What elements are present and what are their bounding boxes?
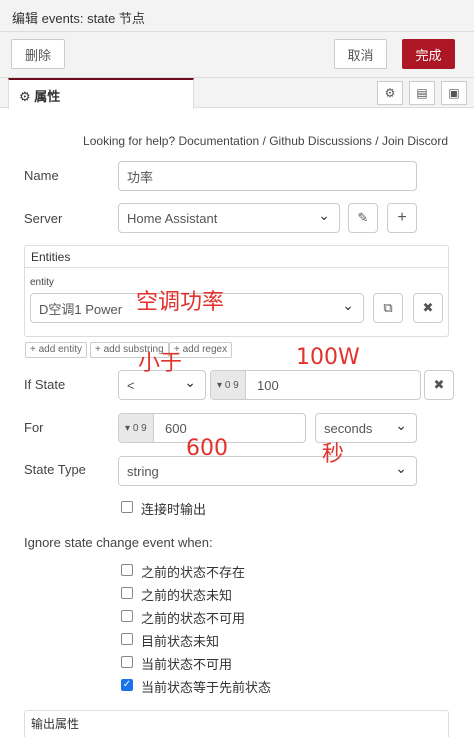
toolbar: 删除 取消 完成 — [0, 32, 474, 78]
appearance-icon[interactable]: ▣ — [441, 81, 467, 105]
tab-properties-label: 属性 — [34, 89, 61, 104]
for-value: 600 — [165, 420, 187, 436]
server-label: Server — [24, 211, 63, 226]
entity-label: entity — [30, 277, 54, 288]
ignore-option-checkbox[interactable] — [121, 633, 133, 645]
edit-server-pencil-icon[interactable]: ✎ — [348, 203, 378, 233]
entities-panel: Entities — [24, 245, 449, 337]
output-properties-title: 输出属性 — [31, 717, 80, 731]
annotation-entity-note: 空调功率 — [136, 290, 225, 315]
ignore-option-checkbox[interactable] — [121, 656, 133, 668]
ignore-option-checkbox[interactable] — [121, 564, 133, 576]
output-on-connect-checkbox[interactable] — [121, 501, 133, 513]
if-state-label: If State — [24, 377, 66, 392]
ignore-option-label: 目前状态未知 — [141, 634, 220, 649]
output-on-connect-label: 连接时输出 — [141, 502, 207, 517]
if-state-value-input[interactable]: ▾ 0 9 100 — [210, 370, 421, 400]
remove-entity-close-icon[interactable]: ✖ — [413, 293, 443, 323]
for-unit-value: seconds — [324, 420, 373, 436]
name-input[interactable]: 功率 — [118, 161, 417, 191]
delete-button[interactable]: 删除 — [11, 39, 65, 69]
ignore-option-checkbox[interactable] — [121, 610, 133, 622]
github-discussions-link[interactable]: Github Discussions — [269, 134, 372, 148]
ignore-option-label: 当前状态等于先前状态 — [141, 680, 272, 695]
clear-if-state-close-icon[interactable]: ✖ — [424, 370, 454, 400]
ignore-option-label: 当前状态不可用 — [141, 657, 233, 672]
help-separator: / — [375, 134, 379, 148]
number-type-icon[interactable]: ▾ 0 9 — [211, 371, 246, 399]
number-type-icon[interactable]: ▾ 0 9 — [119, 414, 154, 442]
help-lead: Looking for help? — [83, 134, 176, 148]
done-button[interactable]: 完成 — [402, 39, 455, 69]
ignore-title: Ignore state change event when: — [24, 535, 213, 550]
state-type-select[interactable]: string — [118, 456, 417, 486]
entities-title: Entities — [25, 246, 448, 268]
server-value: Home Assistant — [127, 210, 218, 226]
documentation-link[interactable]: Documentation — [178, 134, 259, 148]
annotation-value-note: 100W — [296, 345, 360, 370]
ignore-option-label: 之前的状态不存在 — [141, 565, 246, 580]
ignore-option-checkbox[interactable] — [121, 587, 133, 599]
tab-properties[interactable]: ⚙ 属性 — [8, 78, 194, 109]
for-label: For — [24, 420, 44, 435]
settings-gear-icon[interactable]: ⚙ — [377, 81, 403, 105]
annotation-for-note: 600 — [186, 436, 228, 461]
entity-value: D空调1 Power — [39, 301, 123, 317]
gear-icon: ⚙ — [19, 89, 31, 104]
add-entity-button[interactable]: + add entity — [25, 342, 87, 358]
if-state-value: 100 — [257, 377, 279, 393]
name-label: Name — [24, 168, 59, 183]
ignore-option-label: 之前的状态不可用 — [141, 611, 246, 626]
ignore-option-checkbox[interactable]: ✓ — [121, 679, 133, 691]
annotation-unit-note: 秒 — [322, 442, 345, 467]
join-discord-link[interactable]: Join Discord — [382, 134, 448, 148]
cancel-button[interactable]: 取消 — [334, 39, 387, 69]
add-server-plus-icon[interactable]: + — [387, 203, 417, 233]
copy-entity-icon[interactable]: ⧉ — [373, 293, 403, 323]
server-select[interactable]: Home Assistant — [118, 203, 340, 233]
help-line: Looking for help? Documentation / Github… — [83, 134, 448, 148]
if-state-operator-value: < — [127, 377, 135, 393]
state-type-value: string — [127, 463, 159, 479]
description-icon[interactable]: ▤ — [409, 81, 435, 105]
annotation-less-than-note: 小于 — [138, 351, 183, 376]
state-type-label: State Type — [24, 462, 86, 477]
ignore-option-label: 之前的状态未知 — [141, 588, 233, 603]
help-separator: / — [262, 134, 266, 148]
output-properties-panel: 输出属性 — [24, 710, 449, 737]
dialog-title: 编辑 events: state 节点 — [0, 0, 474, 32]
